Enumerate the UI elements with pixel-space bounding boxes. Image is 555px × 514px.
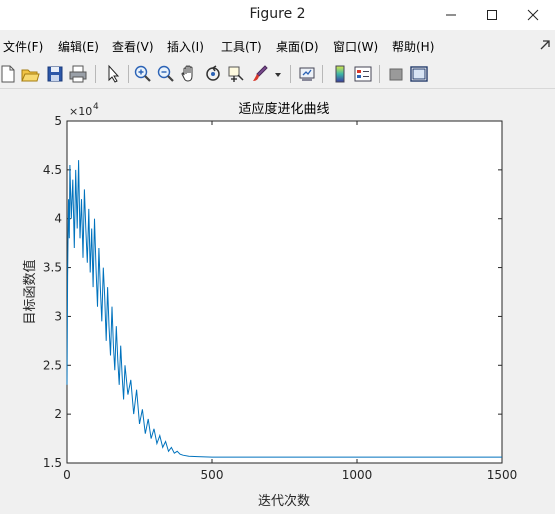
zoom-out-icon[interactable] xyxy=(156,63,176,85)
link-plot-icon[interactable] xyxy=(297,63,317,85)
x-tick-label: 1500 xyxy=(487,468,518,482)
rotate-3d-icon[interactable] xyxy=(203,63,223,85)
x-tick-label: 0 xyxy=(63,468,71,482)
open-file-icon[interactable] xyxy=(20,63,40,85)
x-axis-label: 迭代次数 xyxy=(258,493,310,509)
chart-title: 适应度进化曲线 xyxy=(238,101,329,117)
legend-icon[interactable] xyxy=(353,63,373,85)
data-cursor-icon[interactable] xyxy=(226,63,246,85)
menu-file[interactable]: 文件(F) xyxy=(3,38,43,55)
y-tick-label: 3.5 xyxy=(43,261,62,275)
brush-dropdown-icon[interactable] xyxy=(272,63,284,85)
x-tick-label: 500 xyxy=(201,468,224,482)
toolbar xyxy=(0,60,555,89)
pan-hand-icon[interactable] xyxy=(179,63,199,85)
menu-edit[interactable]: 编辑(E) xyxy=(58,38,99,55)
close-icon[interactable] xyxy=(513,0,553,30)
save-icon[interactable] xyxy=(45,63,65,85)
y-axis-label: 目标函数值 xyxy=(22,259,38,324)
title-bar: Figure 2 xyxy=(0,0,555,30)
y-tick-label: 4 xyxy=(54,212,62,226)
menu-desktop[interactable]: 桌面(D) xyxy=(276,38,319,55)
figure-area: 0 500 1000 1500 1.5 2 2.5 3 3.5 4 4.5 5 适应度进化曲线 ×10… xyxy=(0,89,555,510)
toolbar-separator xyxy=(95,65,96,83)
menu-view[interactable]: 查看(V) xyxy=(112,38,154,55)
chart[interactable]: 0 500 1000 1500 1.5 2 2.5 3 3.5 4 4.5 5 适应度进化曲线 ×10… xyxy=(0,89,555,510)
y-tick-label: 5 xyxy=(54,114,62,128)
print-icon[interactable] xyxy=(68,63,88,85)
y-tick-label: 4.5 xyxy=(43,163,62,177)
select-arrow-icon[interactable] xyxy=(103,63,123,85)
dock-arrow-icon[interactable] xyxy=(538,38,552,52)
toolbar-separator xyxy=(290,65,291,83)
zoom-in-icon[interactable] xyxy=(133,63,153,85)
y-exponent-base: ×10 xyxy=(69,105,92,118)
menu-tools[interactable]: 工具(T) xyxy=(221,38,262,55)
y-exponent-power: 4 xyxy=(93,102,99,112)
maximize-icon[interactable] xyxy=(472,0,512,30)
colorbar-icon[interactable] xyxy=(330,63,350,85)
brush-icon[interactable] xyxy=(250,63,270,85)
hide-plot-tools-icon[interactable] xyxy=(386,63,406,85)
toolbar-separator xyxy=(128,65,129,83)
show-plot-tools-icon[interactable] xyxy=(409,63,429,85)
menu-help[interactable]: 帮助(H) xyxy=(392,38,434,55)
menu-window[interactable]: 窗口(W) xyxy=(333,38,378,55)
y-tick-label: 2 xyxy=(54,407,62,421)
y-tick-label: 2.5 xyxy=(43,358,62,372)
y-tick-label: 3 xyxy=(54,309,62,323)
new-figure-icon[interactable] xyxy=(0,63,18,85)
menu-insert[interactable]: 插入(I) xyxy=(167,38,204,55)
plot-area xyxy=(66,120,503,464)
menu-bar: 文件(F) 编辑(E) 查看(V) 插入(I) 工具(T) 桌面(D) 窗口(W… xyxy=(0,32,555,58)
toolbar-separator xyxy=(379,65,380,83)
x-tick-label: 1000 xyxy=(342,468,373,482)
minimize-icon[interactable] xyxy=(431,0,471,30)
toolbar-separator xyxy=(322,65,323,83)
y-tick-label: 1.5 xyxy=(43,456,62,470)
